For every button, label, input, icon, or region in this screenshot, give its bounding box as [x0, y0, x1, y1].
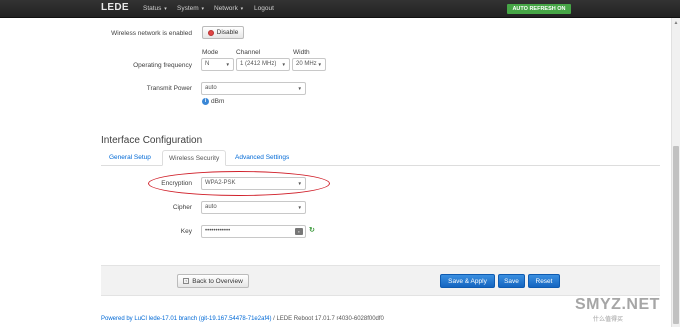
section-title: Interface Configuration — [101, 135, 203, 146]
mode-select[interactable]: N ▼ — [201, 58, 234, 71]
width-select[interactable]: 20 MHz ▼ — [292, 58, 326, 71]
chevron-down-icon: ▼ — [225, 62, 230, 67]
save-button[interactable]: Save — [498, 274, 525, 288]
chevron-down-icon: ▾ — [164, 6, 167, 12]
transmit-power-unit: dBm — [211, 98, 225, 105]
nav-system-menu[interactable]: System ▾ — [177, 5, 204, 12]
nav-system-label: System — [177, 5, 199, 12]
nav-status-label: Status — [143, 5, 162, 12]
watermark-text: SMYZ.NET — [575, 296, 660, 313]
key-label: Key — [180, 228, 192, 235]
chevron-down-icon: ▼ — [317, 62, 322, 67]
page-scrollbar[interactable]: ▲ — [671, 18, 680, 327]
nav-logout-link[interactable]: Logout — [254, 5, 274, 12]
watermark-logo: SMYZ.NET 什么值得买 — [563, 296, 673, 324]
chevron-down-icon: ▼ — [281, 62, 286, 67]
info-icon: i — [202, 98, 209, 105]
auto-refresh-toggle[interactable]: AUTO REFRESH ON — [507, 4, 571, 14]
back-button-label: Back to Overview — [192, 277, 243, 285]
cipher-select-value: auto — [205, 204, 217, 210]
tab-general-setup[interactable]: General Setup — [103, 150, 157, 166]
key-input-value: •••••••••••• — [205, 228, 231, 234]
width-select-value: 20 MHz — [296, 61, 317, 67]
nav-network-menu[interactable]: Network ▾ — [214, 5, 243, 12]
transmit-power-label: Transmit Power — [146, 85, 192, 92]
disable-button-label: Disable — [216, 29, 239, 36]
cipher-label: Cipher — [172, 204, 192, 211]
back-to-overview-button[interactable]: ‹ Back to Overview — [177, 274, 249, 288]
reset-button[interactable]: Reset — [528, 274, 560, 288]
cipher-select[interactable]: auto ▼ — [201, 201, 306, 214]
channel-select-value: 1 (2412 MHz) — [240, 61, 277, 67]
mode-column-header: Mode — [202, 49, 219, 56]
channel-select[interactable]: 1 (2412 MHz) ▼ — [236, 58, 290, 71]
nav-status-menu[interactable]: Status ▾ — [143, 5, 167, 12]
firmware-version: LEDE Reboot 17.01.7 r4030-6028f00df0 — [276, 316, 384, 322]
save-apply-button[interactable]: Save & Apply — [440, 274, 495, 288]
channel-column-header: Channel — [236, 49, 261, 56]
scroll-up-arrow-icon[interactable]: ▲ — [672, 19, 680, 27]
tab-wireless-security[interactable]: Wireless Security — [162, 150, 227, 166]
nav-network-label: Network — [214, 5, 238, 12]
wireless-enabled-label: Wireless network is enabled — [111, 30, 192, 37]
chevron-down-icon: ▼ — [297, 86, 302, 91]
disable-icon — [207, 29, 214, 36]
top-navbar: LEDE Status ▾ System ▾ Network ▾ Logout … — [0, 0, 680, 18]
chevron-down-icon: ▾ — [201, 6, 204, 12]
key-input[interactable]: •••••••••••• ▪ — [201, 225, 306, 238]
brand-logo[interactable]: LEDE — [101, 2, 129, 13]
reveal-password-icon[interactable]: ▪ — [295, 228, 303, 235]
watermark-subtext: 什么值得买 — [593, 317, 624, 323]
transmit-power-select[interactable]: auto ▼ — [201, 82, 306, 95]
chevron-down-icon: ▼ — [297, 205, 302, 210]
operating-frequency-label: Operating frequency — [133, 62, 192, 69]
transmit-power-value: auto — [205, 85, 217, 91]
back-arrow-icon: ‹ — [183, 278, 190, 284]
chevron-down-icon: ▾ — [240, 6, 244, 12]
refresh-icon[interactable]: ↻ — [309, 226, 315, 234]
mode-select-value: N — [205, 61, 210, 67]
scroll-thumb[interactable] — [673, 146, 679, 324]
tab-advanced-settings[interactable]: Advanced Settings — [229, 150, 295, 166]
encryption-highlight-annotation — [148, 171, 330, 196]
page-footer: Powered by LuCI lede-17.01 branch (git-1… — [101, 316, 384, 322]
disable-wireless-button[interactable]: Disable — [202, 26, 244, 39]
width-column-header: Width — [293, 49, 310, 56]
luci-powered-by-link[interactable]: Powered by LuCI lede-17.01 branch (git-1… — [101, 316, 271, 322]
